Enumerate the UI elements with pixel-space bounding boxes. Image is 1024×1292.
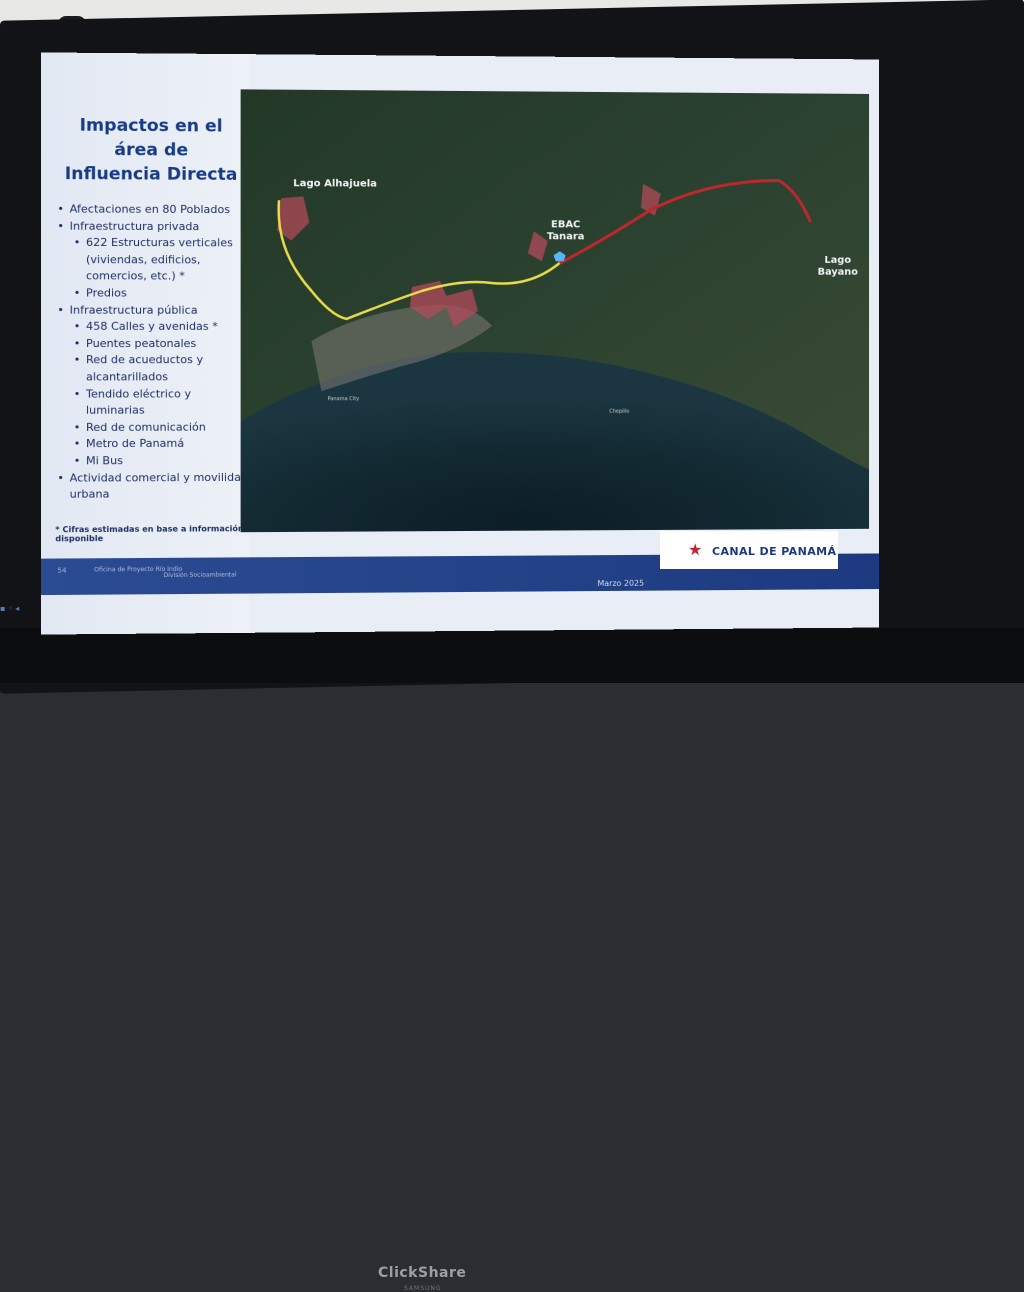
bullet-item: Tendido eléctrico y luminarias bbox=[57, 386, 250, 420]
slide-title-line-2: área de bbox=[114, 139, 189, 161]
bullet-item: Infraestructura privada bbox=[57, 218, 250, 235]
footer-date: Marzo 2025 bbox=[597, 578, 645, 589]
bullet-item: Predios bbox=[57, 285, 250, 302]
satellite-map: Lago Alhajuela EBAC Tanara Lago Bayano P… bbox=[240, 89, 870, 533]
bullet-item: Metro de Panamá bbox=[57, 436, 250, 453]
label-lago-alhajuela: Lago Alhajuela bbox=[293, 178, 377, 190]
bullet-item: Puentes peatonales bbox=[57, 336, 250, 353]
impact-bullet-list: Afectaciones en 80 PobladosInfraestructu… bbox=[57, 201, 250, 503]
label-chepillo: Chepillo bbox=[609, 408, 630, 415]
bullet-item: 458 Calles y avenidas * bbox=[57, 319, 250, 336]
samsung-brand: SAMSUNG bbox=[404, 1285, 442, 1292]
bullet-item: Afectaciones en 80 Poblados bbox=[57, 201, 250, 218]
bullet-item: Mi Bus bbox=[57, 453, 250, 470]
monitor-bezel: ClickShare SAMSUNG bbox=[0, 628, 1024, 1292]
slide-title-line-1: Impactos en el bbox=[79, 115, 223, 137]
slide-title: Impactos en el área de Influencia Direct… bbox=[59, 113, 242, 187]
label-lago-bayano: Lago Bayano bbox=[817, 254, 858, 278]
bullet-item: 622 Estructuras verticales (viviendas, e… bbox=[57, 235, 250, 286]
label-panama-city: Panama City bbox=[327, 396, 360, 403]
bullet-item: Infraestructura pública bbox=[57, 302, 250, 319]
label-ebac-tanara: EBAC Tanara bbox=[546, 219, 585, 243]
footnote: * Cifras estimadas en base a información… bbox=[55, 524, 244, 544]
footer-section: División Socioambiental bbox=[163, 571, 237, 580]
page-number: 54 bbox=[57, 566, 67, 575]
canal-logo-text: CANAL DE PANAMÁ bbox=[712, 545, 837, 558]
star-icon: ★ bbox=[688, 540, 703, 559]
slide-left-panel: Impactos en el área de Influencia Direct… bbox=[40, 52, 250, 635]
slide-title-line-3: Influencia Directa bbox=[64, 163, 238, 185]
bullet-item: Red de comunicación bbox=[57, 419, 250, 436]
bullet-item: Actividad comercial y movilidad urbana bbox=[57, 469, 250, 503]
map-graphic bbox=[240, 89, 870, 533]
bullet-item: Red de acueductos y alcantarillados bbox=[57, 352, 250, 386]
taskbar-icons: ▪ ◦ ◂ bbox=[0, 604, 20, 613]
clickshare-brand: ClickShare bbox=[378, 1265, 467, 1281]
